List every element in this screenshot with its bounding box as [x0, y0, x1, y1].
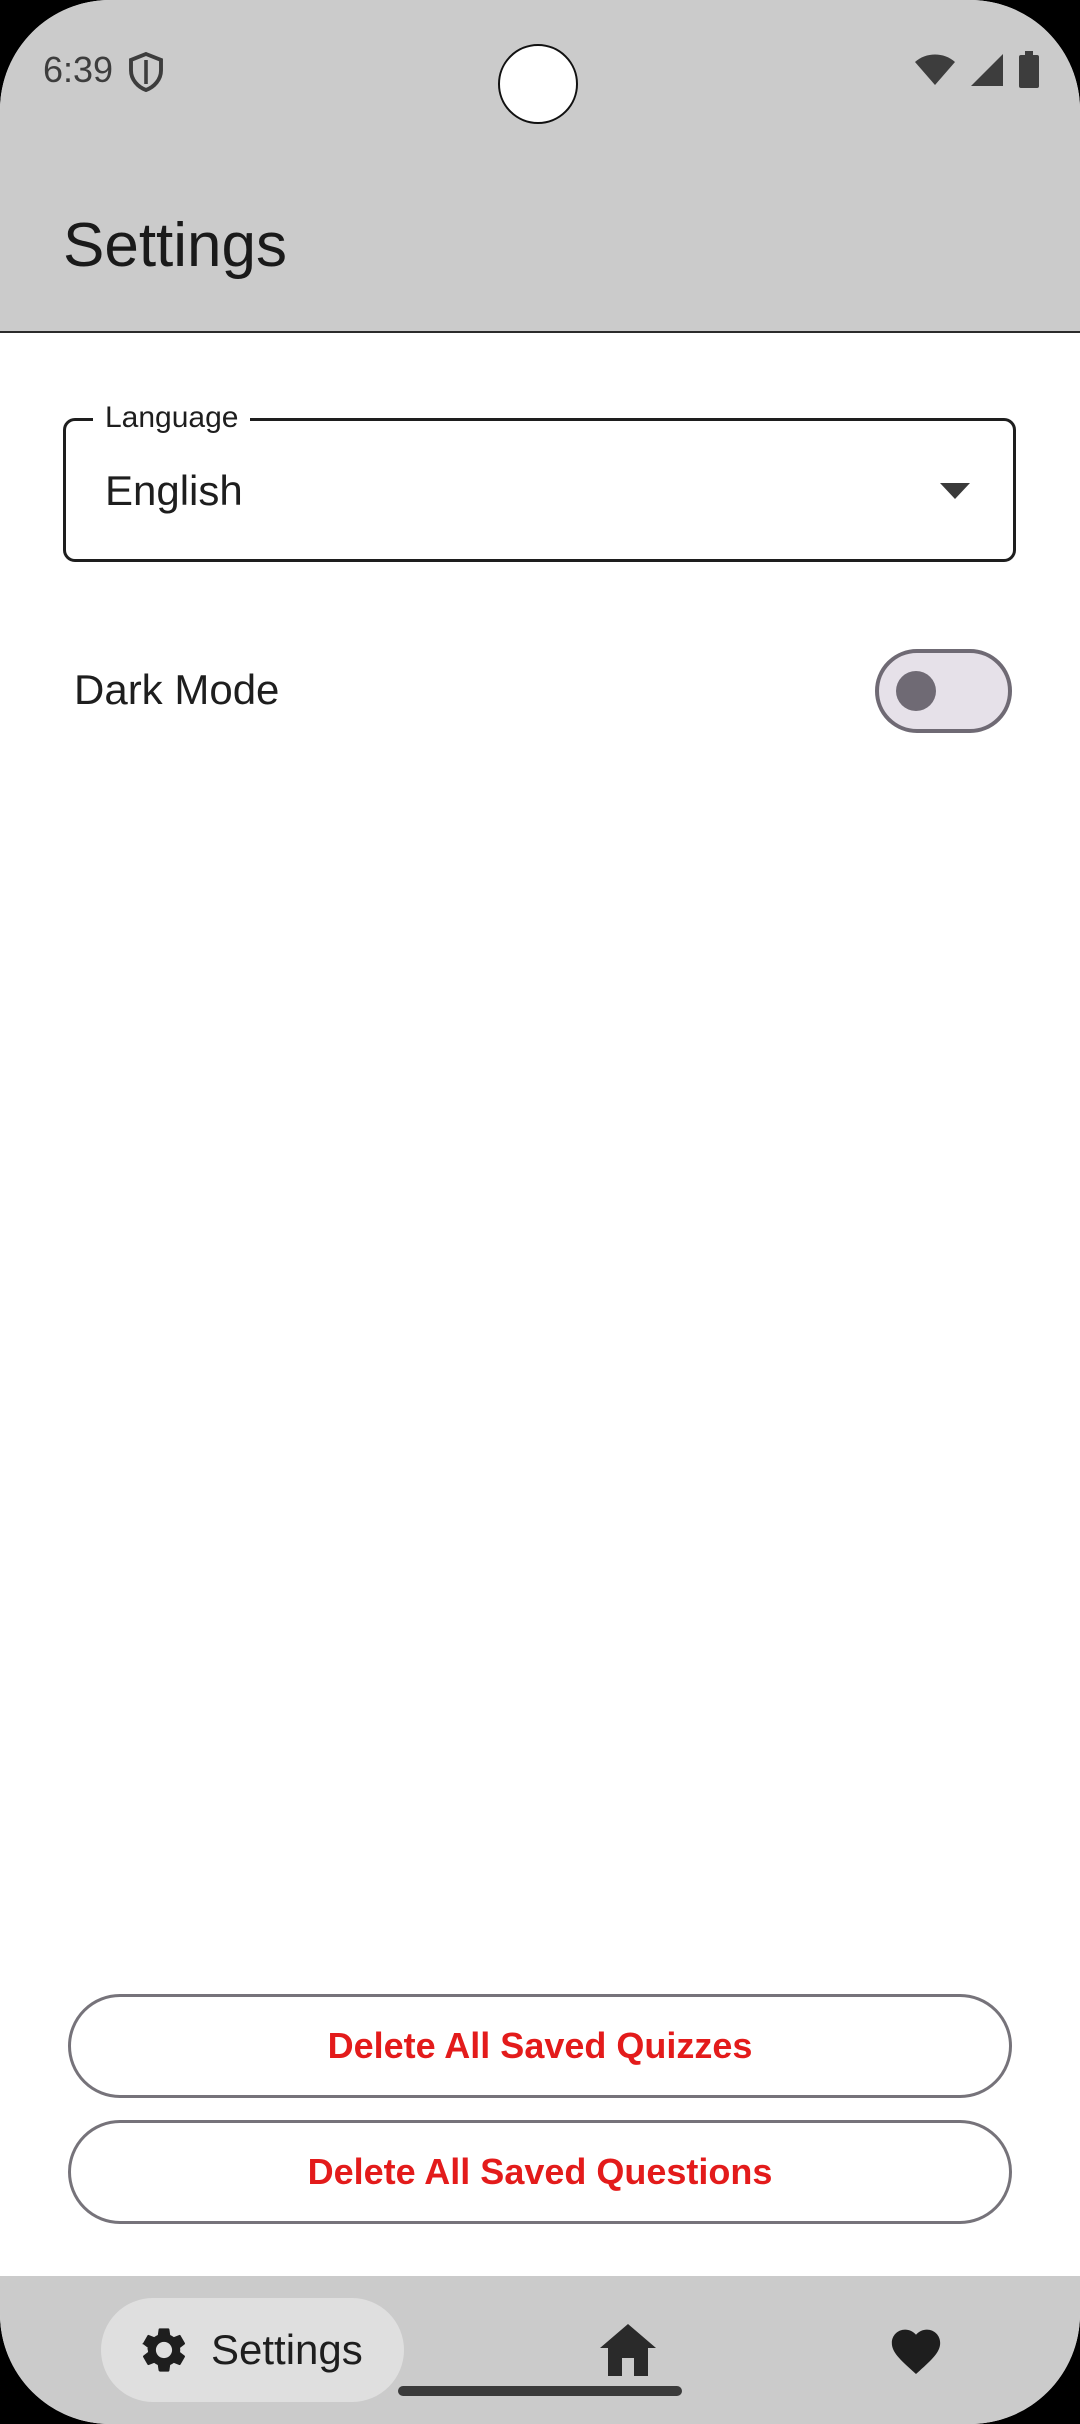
language-field-label: Language: [93, 398, 251, 438]
status-icons: [914, 50, 1040, 90]
nav-settings-label: Settings: [211, 2326, 363, 2373]
top-app-bar: 6:39 Settings: [0, 0, 1080, 333]
toggle-knob: [896, 671, 936, 711]
phone-screen: 6:39 Settings Language English Dark Mode: [0, 0, 1080, 2424]
language-selected-value[interactable]: English: [105, 466, 243, 516]
delete-saved-questions-button[interactable]: Delete All Saved Questions: [68, 2120, 1012, 2224]
battery-icon: [1019, 51, 1039, 88]
dark-mode-label: Dark Mode: [74, 666, 280, 713]
signal-icon: [971, 54, 1003, 86]
gesture-handle[interactable]: [398, 2386, 682, 2396]
gear-icon: [142, 2328, 186, 2372]
dropdown-arrow-icon[interactable]: [940, 483, 970, 501]
dark-mode-toggle[interactable]: [875, 649, 1012, 733]
page-title: Settings: [63, 211, 288, 280]
bottom-navigation: Settings: [0, 2276, 1080, 2424]
heart-icon[interactable]: [887, 2322, 945, 2376]
home-icon[interactable]: [598, 2322, 658, 2378]
camera-cutout: [498, 44, 578, 124]
status-time: 6:39: [43, 49, 114, 90]
nav-item-settings[interactable]: Settings: [101, 2298, 404, 2402]
delete-saved-quizzes-button[interactable]: Delete All Saved Quizzes: [68, 1994, 1012, 2098]
shield-icon: [129, 52, 163, 92]
wifi-icon: [915, 54, 955, 85]
